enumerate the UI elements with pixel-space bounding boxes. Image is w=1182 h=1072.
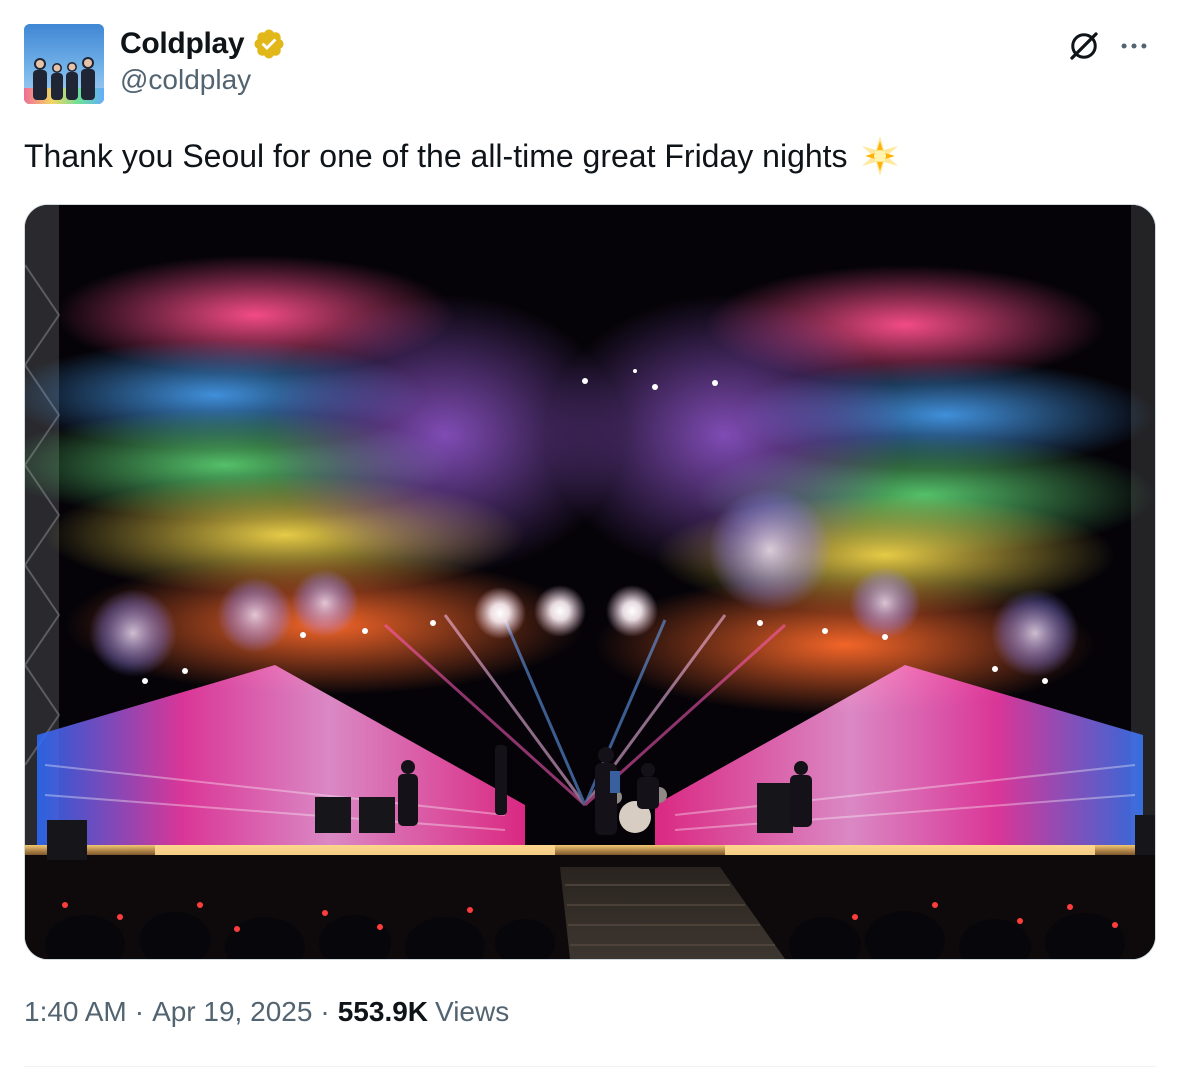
views-count[interactable]: 553.9K: [338, 996, 428, 1028]
more-options-button[interactable]: [1112, 24, 1156, 68]
avatar-photo: [24, 24, 104, 104]
tweet-card: Coldplay @coldplay Thank you Seoul for o…: [0, 0, 1182, 1072]
author-handle[interactable]: @coldplay: [120, 64, 251, 96]
more-options-icon: [1121, 43, 1147, 49]
grok-button[interactable]: [1062, 24, 1106, 68]
avatar[interactable]: [24, 24, 104, 104]
meta-separator: ·: [320, 996, 330, 1027]
divider: [24, 1066, 1156, 1067]
tweet-text-row: Thank you Seoul for one of the all-time …: [24, 134, 902, 178]
tweet-text: Thank you Seoul for one of the all-time …: [24, 138, 848, 174]
meta-separator: ·: [134, 996, 145, 1027]
tweet-meta: 1:40 AM · Apr 19, 2025 · 553.9K Views: [24, 996, 509, 1028]
tweet-date[interactable]: Apr 19, 2025: [152, 996, 312, 1028]
concert-stage-image: [25, 205, 1155, 959]
author-name-row: Coldplay: [120, 24, 286, 64]
views-label: Views: [435, 996, 510, 1027]
glowing-star-emoji: [861, 136, 898, 176]
grok-icon: [1070, 32, 1098, 60]
author-display-name[interactable]: Coldplay: [120, 27, 245, 61]
tweet-photo[interactable]: [24, 204, 1156, 960]
verified-badge-icon[interactable]: [252, 27, 286, 61]
tweet-time[interactable]: 1:40 AM: [24, 996, 127, 1028]
